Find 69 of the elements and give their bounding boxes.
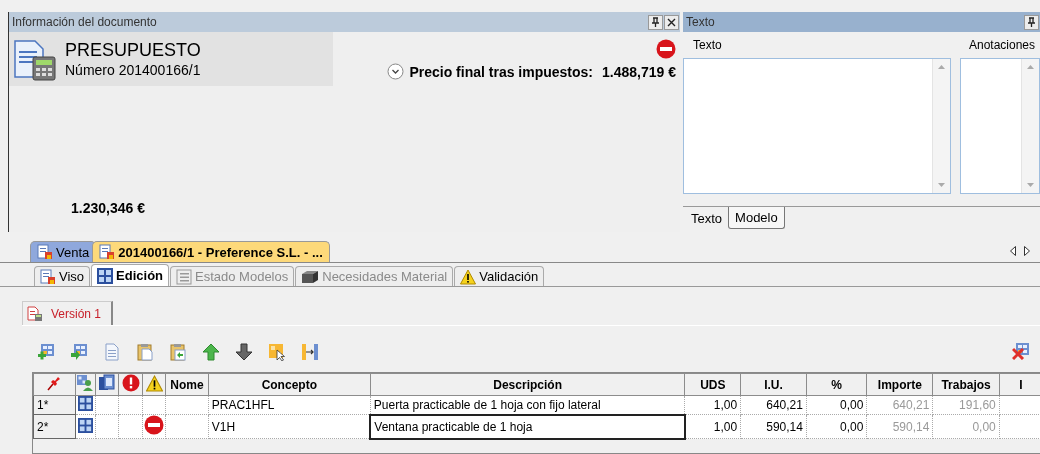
close-icon (667, 17, 676, 27)
panel-tab[interactable]: Texto (685, 207, 729, 229)
text-area[interactable] (960, 58, 1040, 194)
close-button[interactable] (664, 14, 679, 30)
expand-icon[interactable] (387, 63, 405, 80)
table-cell: V1H (208, 414, 371, 439)
document-type: PRESUPUESTO (65, 39, 201, 61)
view-tab[interactable]: Viso (34, 266, 91, 286)
document-icon (99, 244, 116, 260)
document-icon (40, 268, 56, 285)
pin-icon (1027, 16, 1036, 28)
copy-icon (98, 374, 117, 392)
split-columns-icon[interactable] (301, 343, 319, 361)
document-calculator-icon (27, 305, 43, 322)
paste-icon[interactable] (136, 343, 154, 361)
document-tab[interactable]: 201400166/1 - Preference S.L. - ... (92, 241, 330, 262)
grid-icon (77, 417, 93, 433)
insert-row-icon[interactable] (70, 343, 88, 361)
warning-icon (145, 374, 163, 392)
pin-button[interactable] (1024, 14, 1039, 30)
arrow-up-icon[interactable] (202, 343, 220, 361)
scroll-up-icon[interactable] (938, 65, 945, 69)
final-price: 1.488,719 € (602, 63, 676, 80)
arrow-down-icon[interactable] (235, 343, 253, 361)
panel-tab[interactable]: Modelo (728, 207, 785, 229)
add-row-icon[interactable] (37, 343, 55, 361)
scroll-right-icon[interactable] (1024, 246, 1030, 256)
delete-grid-icon[interactable] (1012, 341, 1030, 360)
grid-icon (97, 267, 114, 284)
column-header[interactable]: % (806, 373, 867, 396)
final-price-label: Precio final tras impuestos: (409, 63, 594, 80)
document-number: Número 201400166/1 (65, 61, 201, 79)
pin-button[interactable] (648, 14, 663, 30)
panel-title: Información del documento (12, 15, 157, 29)
column-header[interactable]: Concepto (208, 373, 371, 396)
pin-icon (651, 16, 660, 28)
panel-title: Texto (686, 15, 715, 29)
table-cell: Ventana practicable de 1 hoja (370, 414, 685, 439)
column-header[interactable]: I (999, 373, 1040, 396)
text-area[interactable] (683, 58, 951, 194)
warning-icon (460, 268, 477, 285)
scroll-up-icon[interactable] (1027, 65, 1034, 69)
document-calculator-icon (13, 39, 57, 81)
view-tab[interactable]: Validación (454, 266, 545, 286)
paste-icon[interactable] (169, 343, 187, 361)
field-label: Anotaciones (968, 38, 1036, 52)
box-icon (301, 268, 320, 285)
amount: 1.230,346 € (70, 200, 146, 218)
error-icon (121, 374, 140, 392)
field-label: Texto (692, 38, 723, 52)
column-header[interactable]: Nome (165, 373, 209, 396)
grid-icon (77, 396, 93, 411)
column-header[interactable]: Descripción (370, 373, 685, 396)
table-cell: 0,00 (806, 395, 867, 415)
pushpin-icon (46, 375, 63, 391)
scroll-down-icon[interactable] (938, 183, 945, 187)
scroll-left-icon[interactable] (1010, 246, 1016, 256)
scroll-down-icon[interactable] (1027, 183, 1034, 187)
column-header[interactable]: Importe (866, 373, 933, 396)
grid-person-icon (76, 374, 95, 392)
version-tab[interactable]: Versión 1 (22, 301, 114, 325)
column-header[interactable]: I.U. (740, 373, 807, 396)
column-header[interactable]: Trabajos (932, 373, 1000, 396)
copy-icon[interactable] (103, 343, 121, 361)
view-tab[interactable]: Edición (91, 264, 169, 286)
column-header[interactable]: UDS (684, 373, 741, 396)
select-cell-icon[interactable] (268, 343, 286, 361)
row-header[interactable]: 2* (33, 414, 76, 439)
document-icon (37, 244, 53, 260)
